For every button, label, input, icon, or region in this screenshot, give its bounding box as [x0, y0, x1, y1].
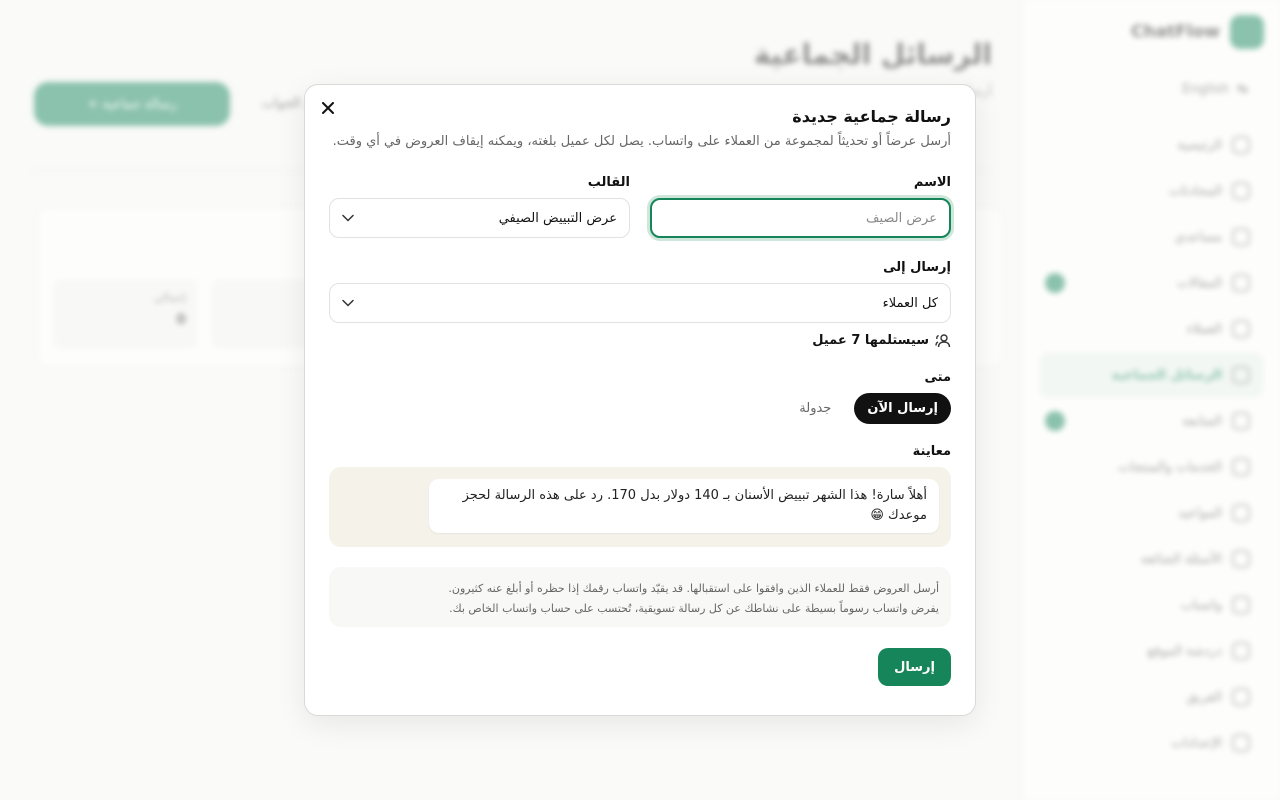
schedule-option[interactable]: جدولة	[786, 393, 844, 424]
send-to-select[interactable]: كل العملاء	[329, 283, 951, 323]
message-preview: أهلاً سارة! هذا الشهر تبييض الأسنان بـ 1…	[329, 467, 951, 547]
send-to-value: كل العملاء	[882, 295, 938, 311]
template-label: القالب	[587, 175, 630, 190]
when-toggle: إرسال الآن جدولة	[329, 393, 951, 424]
users-icon	[935, 333, 951, 347]
send-to-label: إرسال إلى	[883, 260, 951, 275]
recipients-count: سيستلمها 7 عميل	[329, 333, 951, 348]
send-now-option[interactable]: إرسال الآن	[854, 393, 951, 424]
dialog-description: أرسل عرضاً أو تحديثاً لمجموعة من العملاء…	[332, 134, 951, 149]
dialog-title: رسالة جماعية جديدة	[792, 107, 951, 126]
template-value: عرض التبييض الصيفي	[498, 210, 617, 226]
policy-notice: أرسل العروض فقط للعملاء الذين وافقوا على…	[329, 567, 951, 627]
when-label: متى	[924, 370, 951, 385]
name-input[interactable]	[650, 198, 951, 238]
preview-message-bubble: أهلاً سارة! هذا الشهر تبييض الأسنان بـ 1…	[429, 479, 939, 533]
recipients-text: سيستلمها 7 عميل	[812, 333, 929, 348]
new-broadcast-dialog: رسالة جماعية جديدة أرسل عرضاً أو تحديثاً…	[304, 84, 976, 716]
close-button[interactable]	[317, 97, 339, 119]
template-field-group: القالب عرض التبييض الصيفي	[329, 175, 630, 238]
send-to-group: إرسال إلى كل العملاء سيستلمها 7 عميل	[329, 260, 951, 348]
preview-group: معاينة أهلاً سارة! هذا الشهر تبييض الأسن…	[329, 444, 951, 547]
name-label: الاسم	[913, 175, 951, 190]
chevron-down-icon	[342, 214, 354, 222]
chevron-down-icon	[342, 299, 354, 307]
notice-line: يفرض واتساب رسوماً بسيطة على نشاطك عن كل…	[449, 602, 939, 615]
preview-label: معاينة	[912, 444, 951, 459]
notice-line: أرسل العروض فقط للعملاء الذين وافقوا على…	[448, 582, 939, 595]
when-group: متى إرسال الآن جدولة	[329, 370, 951, 424]
send-button[interactable]: إرسال	[878, 648, 951, 686]
template-select[interactable]: عرض التبييض الصيفي	[329, 198, 630, 238]
name-field-group: الاسم	[650, 175, 951, 238]
close-icon	[322, 102, 334, 114]
